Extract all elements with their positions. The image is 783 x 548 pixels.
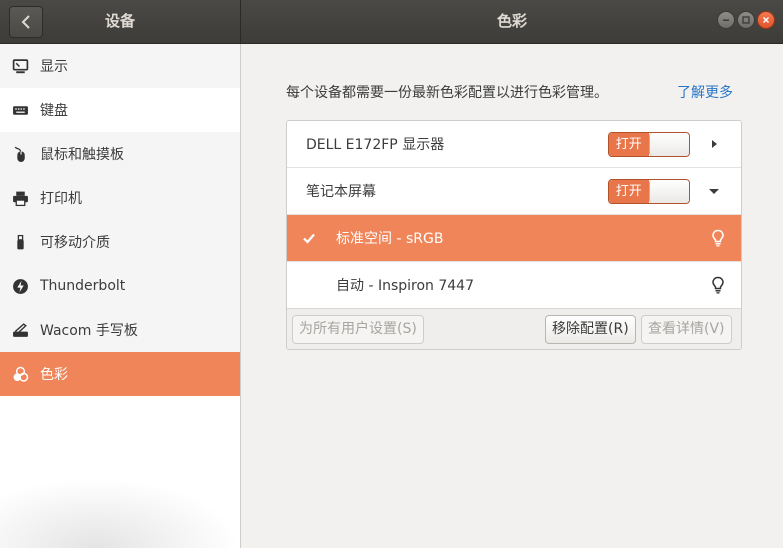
profile-row[interactable]: 自动 - Inspiron 7447	[287, 262, 741, 309]
remove-profile-button[interactable]: 移除配置(R)	[545, 315, 636, 344]
maximize-icon	[742, 16, 750, 24]
sidebar-item-label: 打印机	[40, 191, 82, 207]
sidebar-item-keyboard[interactable]: 键盘	[0, 88, 240, 132]
sidebar-item-label: 鼠标和触摸板	[40, 147, 124, 163]
display-icon	[11, 57, 29, 75]
color-icon	[11, 365, 29, 383]
device-row[interactable]: 笔记本屏幕 打开	[287, 168, 741, 215]
usb-drive-icon	[11, 233, 29, 251]
printer-icon	[11, 189, 29, 207]
profile-toolbar: 为所有用户设置(S) 移除配置(R) 查看详情(V)	[287, 308, 741, 349]
switch-knob	[648, 133, 689, 156]
window-controls	[717, 11, 775, 29]
page-title: 色彩	[496, 12, 527, 30]
expand-right-icon[interactable]	[707, 137, 721, 151]
sidebar-item-label: Wacom 手写板	[40, 323, 138, 339]
view-details-button[interactable]: 查看详情(V)	[641, 315, 732, 344]
sidebar-item-mouse[interactable]: 鼠标和触摸板	[0, 132, 240, 176]
learn-more-link[interactable]: 了解更多	[677, 82, 733, 102]
header-bar: 设备 色彩	[0, 0, 783, 44]
sidebar-item-label: Thunderbolt	[40, 278, 126, 294]
panel-title: 设备	[104, 12, 135, 30]
sidebar-item-removable-media[interactable]: 可移动介质	[0, 220, 240, 264]
sidebar-item-label: 键盘	[40, 103, 68, 119]
mouse-icon	[11, 145, 29, 163]
minimize-icon	[723, 19, 729, 21]
device-toggle-switch[interactable]: 打开	[608, 132, 690, 157]
device-row[interactable]: DELL E172FP 显示器 打开	[287, 121, 741, 168]
profile-row[interactable]: 标准空间 - sRGB	[287, 215, 741, 262]
sidebar-shadow	[0, 478, 240, 548]
header-left: 设备	[0, 0, 241, 43]
back-button[interactable]	[9, 6, 43, 38]
switch-on-label: 打开	[609, 133, 649, 156]
tablet-icon	[11, 321, 29, 339]
close-icon	[762, 16, 770, 24]
sidebar-item-label: 可移动介质	[40, 235, 110, 251]
chevron-left-icon	[21, 15, 30, 29]
switch-on-label: 打开	[609, 180, 649, 203]
sidebar-item-printers[interactable]: 打印机	[0, 176, 240, 220]
lightbulb-icon	[712, 276, 724, 294]
minimize-button[interactable]	[717, 11, 735, 29]
sidebar-item-display[interactable]: 显示	[0, 44, 240, 88]
keyboard-icon	[11, 101, 29, 119]
sidebar-item-label: 色彩	[40, 367, 68, 383]
checkmark-icon	[303, 233, 315, 244]
sidebar: 显示 键盘 鼠标和触摸板 打印机 可移动介质 Thunderbolt Wacom…	[0, 44, 241, 548]
sidebar-item-label: 显示	[40, 59, 68, 75]
device-name: 笔记本屏幕	[306, 184, 376, 200]
switch-knob	[648, 180, 689, 203]
set-for-all-users-button[interactable]: 为所有用户设置(S)	[292, 315, 424, 344]
lightbulb-icon	[712, 229, 724, 247]
device-name: DELL E172FP 显示器	[306, 137, 445, 153]
thunderbolt-icon	[11, 277, 29, 295]
main-content: 每个设备都需要一份最新色彩配置以进行色彩管理。 了解更多 DELL E172FP…	[241, 44, 783, 548]
expand-down-icon[interactable]	[707, 184, 721, 198]
sidebar-item-thunderbolt[interactable]: Thunderbolt	[0, 264, 240, 308]
sidebar-item-color[interactable]: 色彩	[0, 352, 240, 396]
profile-name: 自动 - Inspiron 7447	[336, 278, 474, 294]
sidebar-item-wacom-tablet[interactable]: Wacom 手写板	[0, 308, 240, 352]
device-list: DELL E172FP 显示器 打开 笔记本屏幕 打开 标准空间 - sRGB …	[286, 120, 742, 350]
color-description: 每个设备都需要一份最新色彩配置以进行色彩管理。	[286, 85, 608, 101]
profile-name: 标准空间 - sRGB	[336, 231, 444, 247]
maximize-button[interactable]	[737, 11, 755, 29]
device-toggle-switch[interactable]: 打开	[608, 179, 690, 204]
close-button[interactable]	[757, 11, 775, 29]
